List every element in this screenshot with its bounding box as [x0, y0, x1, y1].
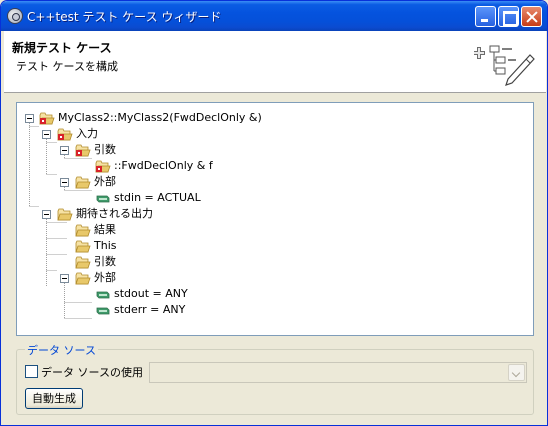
tree-toggle[interactable] [60, 178, 69, 187]
open-folder-icon [75, 240, 91, 253]
red-folder-icon [75, 144, 91, 157]
wizard-banner-icon [474, 45, 535, 86]
red-folder-icon [39, 112, 55, 125]
open-folder-icon [75, 176, 91, 189]
close-button[interactable] [521, 6, 542, 27]
open-folder-icon [75, 224, 91, 237]
open-folder-icon [57, 208, 73, 221]
tree-node-label[interactable]: 外部 [94, 175, 116, 189]
tree-node-label[interactable]: 入力 [76, 127, 98, 141]
use-data-source-checkbox[interactable] [25, 365, 38, 378]
tree-node-label[interactable]: 引数 [94, 255, 116, 269]
data-source-legend: データ ソース [25, 342, 98, 358]
tree-node-label[interactable]: 結果 [94, 223, 116, 237]
tree-toggle[interactable] [60, 146, 69, 155]
tree-node-label[interactable]: 外部 [94, 271, 116, 285]
red-folder-icon [57, 128, 73, 141]
use-data-source-label[interactable]: データ ソースの使用 [41, 364, 143, 380]
wizard-window: C++test テスト ケース ウィザード 新規テスト ケース テスト ケースを… [0, 0, 548, 426]
app-icon [7, 8, 23, 24]
test-case-tree[interactable]: MyClass2::MyClass2(FwdDeclOnly &)入力引数::F… [16, 102, 534, 336]
open-folder-icon [75, 256, 91, 269]
green-item-icon [95, 304, 111, 317]
auto-generate-button[interactable]: 自動生成 [25, 388, 83, 409]
minimize-button[interactable] [475, 6, 496, 27]
open-folder-icon [75, 272, 91, 285]
tree-node-label[interactable]: stderr = ANY [114, 303, 185, 317]
tree-node-label[interactable]: stdout = ANY [114, 287, 188, 301]
window-title: C++test テスト ケース ウィザード [27, 10, 222, 24]
wizard-header: 新規テスト ケース テスト ケースを構成 [4, 31, 546, 93]
tree-toggle[interactable] [60, 274, 69, 283]
data-source-select[interactable] [149, 362, 527, 383]
tree-node-label[interactable]: stdin = ACTUAL [114, 191, 201, 205]
red-folder-icon [95, 160, 111, 173]
tree-toggle[interactable] [25, 114, 34, 123]
maximize-button[interactable] [498, 6, 519, 27]
page-title: 新規テスト ケース [12, 41, 112, 55]
tree-node-label[interactable]: ::FwdDeclOnly & f [114, 159, 213, 173]
tree-node-label[interactable]: This [94, 239, 116, 253]
tree-toggle[interactable] [42, 210, 51, 219]
green-item-icon [95, 288, 111, 301]
page-description: テスト ケースを構成 [16, 60, 118, 73]
green-item-icon [95, 192, 111, 205]
chevron-down-icon[interactable] [508, 364, 525, 381]
tree-node-label[interactable]: 引数 [94, 143, 116, 157]
tree-node-label[interactable]: 期待される出力 [76, 207, 153, 221]
tree-node-label[interactable]: MyClass2::MyClass2(FwdDeclOnly &) [58, 111, 262, 125]
title-bar[interactable]: C++test テスト ケース ウィザード [1, 1, 547, 31]
tree-toggle[interactable] [42, 130, 51, 139]
